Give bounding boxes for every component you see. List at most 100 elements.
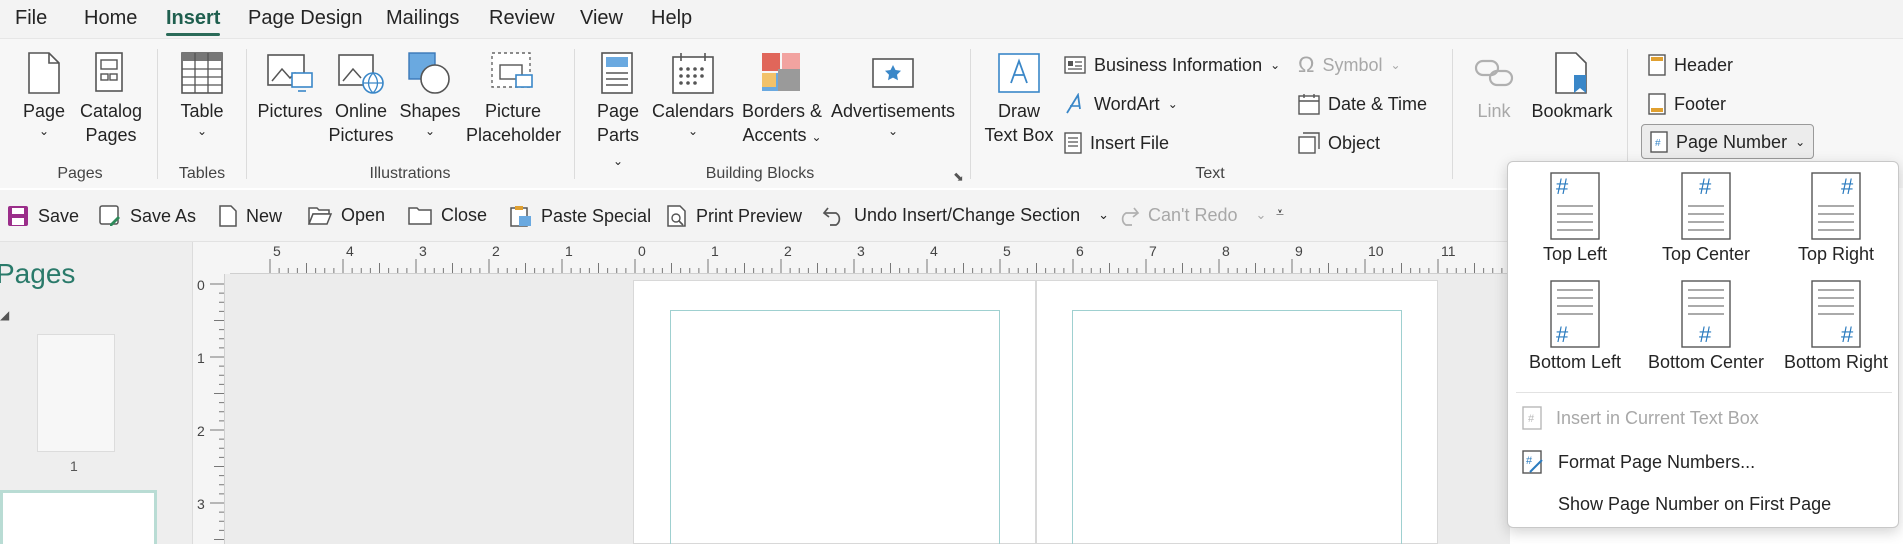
borders-accents-icon (762, 53, 800, 91)
symbol-button[interactable]: Ω Symbol ⌄ (1298, 51, 1401, 79)
group-label-illustrations: Illustrations (369, 165, 451, 182)
advertisements-button[interactable]: Advertisements ⌄ (830, 51, 956, 139)
page-number-bottom-left[interactable]: # Bottom Left (1512, 280, 1638, 373)
table-button[interactable]: Table ⌄ (174, 51, 230, 139)
top-center-label: Top Center (1661, 244, 1751, 264)
business-information-button[interactable]: Business Information ⌄ (1064, 51, 1280, 79)
tab-home[interactable]: Home (80, 7, 141, 30)
chevron-down-icon: ⌄ (811, 130, 822, 144)
next-page-thumbnail[interactable] (0, 490, 157, 544)
chevron-down-icon: ⌄ (1390, 58, 1401, 72)
svg-text:#: # (1699, 174, 1712, 199)
ruler-label: 10 (1368, 243, 1384, 259)
pictures-icon (267, 54, 313, 92)
shapes-button[interactable]: Shapes ⌄ (398, 51, 462, 139)
group-divider (157, 49, 158, 179)
object-icon (1298, 132, 1320, 154)
tab-insert[interactable]: Insert (162, 7, 224, 30)
insert-current-text-box-item[interactable]: # Insert in Current Text Box (1522, 406, 1759, 430)
date-time-button[interactable]: Date & Time (1298, 90, 1427, 118)
ruler-label: 9 (1295, 243, 1303, 259)
tab-review[interactable]: Review (485, 7, 559, 30)
pages-panel-title: Pages (0, 258, 76, 289)
new-button[interactable]: New (218, 204, 282, 228)
open-button[interactable]: Open (307, 204, 385, 226)
page-button[interactable]: Page ⌄ (18, 51, 70, 139)
calendars-button[interactable]: Calendars ⌄ (650, 51, 736, 139)
group-label-tables: Tables (178, 165, 226, 182)
paste-special-button[interactable]: Paste Special (509, 204, 651, 228)
overflow-chevron-icon: ⩡ (1276, 204, 1284, 220)
top-left-label: Top Left (1542, 244, 1608, 264)
menu-separator (1516, 392, 1892, 393)
online-pictures-icon (338, 54, 384, 94)
group-divider (1627, 49, 1628, 179)
vertical-ruler: 0 1 2 3 (193, 274, 225, 544)
picture-placeholder-icon (491, 52, 533, 88)
page-parts-label-1: Page (596, 101, 640, 121)
borders-accents-button[interactable]: Borders & Accents ⌄ (740, 51, 824, 149)
tab-help[interactable]: Help (647, 7, 696, 30)
link-button[interactable]: Link (1466, 51, 1522, 123)
chevron-down-icon: ⌄ (196, 124, 208, 138)
ruler-label: 8 (1222, 243, 1230, 259)
tab-mailings[interactable]: Mailings (382, 7, 463, 30)
redo-icon (1121, 207, 1140, 226)
format-page-numbers-item[interactable]: # Format Page Numbers... (1522, 450, 1755, 474)
calendars-label: Calendars (651, 101, 735, 121)
object-label: Object (1328, 132, 1381, 153)
undo-button[interactable]: Undo Insert/Change Section ⌄ (822, 204, 1109, 226)
header-button[interactable]: Header (1648, 51, 1733, 79)
customize-toolbar-button[interactable]: ⩡ (1276, 204, 1284, 221)
ruler-label: 0 (638, 243, 646, 259)
chevron-down-icon[interactable]: ⌄ (1098, 207, 1109, 223)
page-label: Page (22, 101, 66, 121)
page-top-left-icon: # (1550, 172, 1600, 240)
page-number-top-center[interactable]: # Top Center (1648, 172, 1764, 265)
page-number-bottom-right[interactable]: # Bottom Right (1772, 280, 1900, 373)
wordart-button[interactable]: WordArt ⌄ (1064, 90, 1178, 118)
redo-label: Can't Redo (1148, 204, 1238, 225)
shapes-label: Shapes (399, 101, 461, 121)
table-icon (181, 52, 223, 94)
print-preview-button[interactable]: Print Preview (666, 204, 802, 228)
page-icon (28, 52, 60, 94)
tab-file[interactable]: File (11, 7, 51, 30)
svg-text:#: # (1556, 174, 1569, 199)
picture-placeholder-button[interactable]: Picture Placeholder (466, 51, 561, 147)
redo-button[interactable]: Can't Redo ⌄ (1116, 204, 1266, 226)
page-parts-button[interactable]: Page Parts ⌄ (592, 51, 644, 173)
close-label: Close (441, 204, 488, 225)
tab-view[interactable]: View (576, 7, 627, 30)
close-button[interactable]: Close (407, 204, 487, 226)
ruler-label: 3 (197, 496, 205, 512)
page-bottom-left-icon: # (1550, 280, 1600, 348)
horizontal-ruler: 5 4 3 2 1 0 1 2 3 4 5 6 7 8 9 10 11 (230, 242, 1510, 274)
save-as-button[interactable]: Save As (98, 204, 196, 228)
dialog-launcher-icon[interactable]: ⬊ (953, 169, 964, 185)
online-pictures-button[interactable]: Online Pictures (326, 51, 396, 147)
print-preview-icon (667, 205, 686, 227)
save-button[interactable]: Save (6, 204, 79, 228)
page-thumbnail[interactable] (37, 334, 115, 452)
bookmark-button[interactable]: Bookmark (1526, 51, 1618, 123)
insert-file-button[interactable]: Insert File (1064, 129, 1169, 157)
business-card-icon (1064, 56, 1086, 74)
page-top-right-icon: # (1811, 172, 1861, 240)
draw-text-box-label-2: Text Box (984, 125, 1054, 145)
svg-text:#: # (1526, 455, 1533, 467)
catalog-pages-button[interactable]: Catalog Pages (78, 51, 144, 147)
pictures-button[interactable]: Pictures (256, 51, 324, 123)
page-number-top-left[interactable]: # Top Left (1522, 172, 1628, 265)
page-number-bottom-center[interactable]: # Bottom Center (1642, 280, 1770, 373)
footer-button[interactable]: Footer (1648, 90, 1726, 118)
page-thumbnail-number: 1 (70, 458, 78, 474)
pages-panel: Pages ◢ 1 (0, 242, 193, 544)
show-on-first-page-item[interactable]: Show Page Number on First Page (1558, 494, 1831, 515)
object-button[interactable]: Object (1298, 129, 1380, 157)
draw-text-box-button[interactable]: Draw Text Box (984, 51, 1054, 147)
tab-page-design[interactable]: Page Design (244, 7, 367, 30)
page-number-top-right[interactable]: # Top Right (1778, 172, 1894, 265)
page-number-button[interactable]: # Page Number ⌄ (1641, 124, 1814, 159)
ruler-label: 7 (1149, 243, 1157, 259)
